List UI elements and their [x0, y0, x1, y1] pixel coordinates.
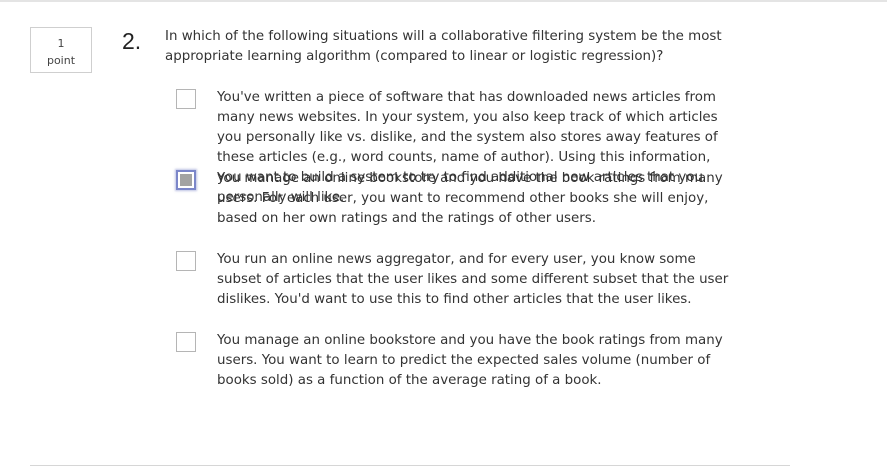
option-checkbox[interactable] — [176, 170, 196, 190]
option-checkbox[interactable] — [176, 332, 196, 352]
option-label[interactable]: You run an online news aggregator, and f… — [217, 250, 737, 310]
bottom-divider — [30, 465, 790, 466]
option-label[interactable]: You manage an online bookstore and you h… — [217, 331, 737, 391]
option-checkbox[interactable] — [176, 251, 196, 271]
points-value: 1 — [57, 37, 65, 50]
answer-option: You manage an online bookstore and you h… — [176, 331, 776, 412]
points-unit: point — [46, 54, 76, 67]
question-text: In which of the following situations wil… — [165, 29, 722, 64]
answer-option: You run an online news aggregator, and f… — [176, 250, 776, 331]
answer-options: You've written a piece of software that … — [176, 88, 776, 412]
option-checkbox[interactable] — [176, 89, 196, 109]
top-divider — [0, 0, 887, 2]
points-badge: 1 point — [30, 27, 92, 73]
option-label[interactable]: You manage an online bookstore and you h… — [217, 169, 737, 229]
answer-option: You've written a piece of software that … — [176, 88, 776, 205]
question-number: 2. — [122, 28, 142, 54]
answer-option: You manage an online bookstore and you h… — [176, 169, 776, 250]
